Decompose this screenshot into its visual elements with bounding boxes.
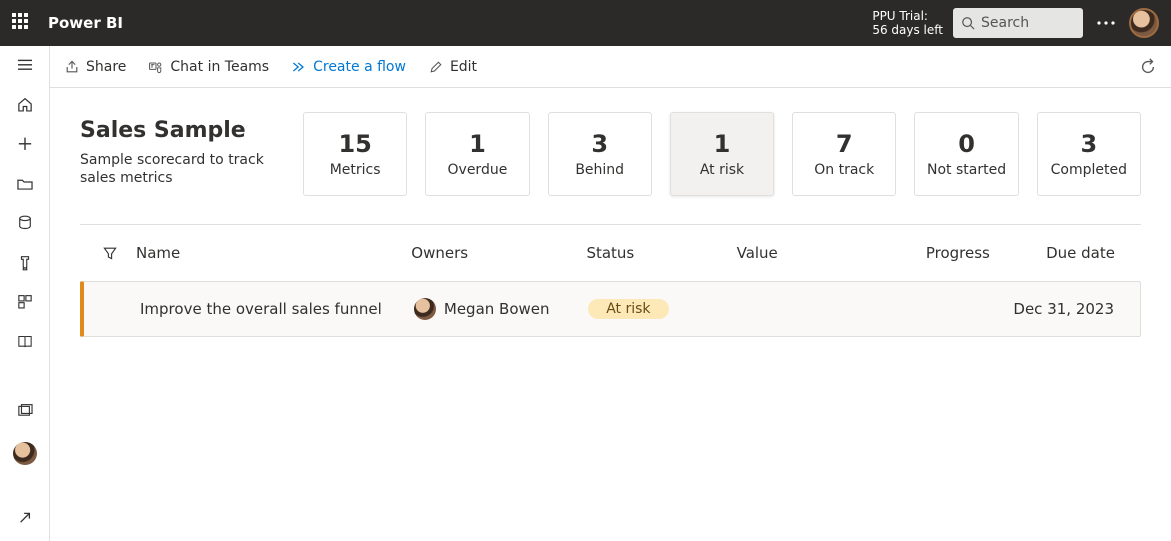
card-value: 1 (469, 130, 486, 158)
card-label: Overdue (448, 162, 508, 178)
create-flow-button[interactable]: Create a flow (291, 59, 406, 75)
card-label: Behind (575, 162, 624, 178)
refresh-icon (1139, 58, 1157, 76)
card-at-risk[interactable]: 1 At risk (670, 112, 774, 196)
card-label: At risk (700, 162, 744, 178)
card-metrics[interactable]: 15 Metrics (303, 112, 407, 196)
row-owner: Megan Bowen (408, 298, 582, 320)
owner-avatar (414, 298, 436, 320)
learn-icon[interactable] (16, 333, 34, 351)
scorecard-title: Sales Sample (80, 118, 285, 143)
sidebar (0, 46, 50, 541)
share-label: Share (86, 59, 126, 75)
data-hub-icon[interactable] (16, 214, 34, 232)
card-value: 3 (591, 130, 608, 158)
hamburger-icon[interactable] (16, 56, 34, 74)
home-icon[interactable] (16, 96, 34, 114)
card-label: Metrics (330, 162, 381, 178)
card-behind[interactable]: 3 Behind (548, 112, 652, 196)
pencil-icon (428, 59, 444, 75)
col-owners[interactable]: Owners (405, 244, 580, 262)
workspaces-icon[interactable] (16, 402, 34, 420)
table-row[interactable]: Improve the overall sales funnel Megan B… (80, 281, 1141, 337)
card-value: 0 (958, 130, 975, 158)
topbar: Power BI PPU Trial: 56 days left Search (0, 0, 1171, 46)
trial-line2: 56 days left (872, 23, 943, 37)
user-avatar[interactable] (1129, 8, 1159, 38)
col-progress[interactable]: Progress (856, 244, 1006, 262)
trial-status: PPU Trial: 56 days left (872, 9, 943, 37)
col-due[interactable]: Due date (1006, 244, 1131, 262)
metrics-table: Name Owners Status Value Progress Due da… (80, 224, 1141, 337)
card-overdue[interactable]: 1 Overdue (425, 112, 529, 196)
refresh-button[interactable] (1139, 58, 1157, 76)
teams-icon (148, 59, 164, 75)
owner-name: Megan Bowen (444, 300, 550, 318)
edit-label: Edit (450, 59, 477, 75)
card-label: Not started (927, 162, 1006, 178)
table-header: Name Owners Status Value Progress Due da… (80, 225, 1141, 281)
card-not-started[interactable]: 0 Not started (914, 112, 1018, 196)
row-name: Improve the overall sales funnel (134, 300, 408, 318)
filter-button[interactable] (90, 245, 130, 261)
my-workspace-avatar[interactable] (13, 442, 37, 465)
card-value: 3 (1080, 130, 1097, 158)
metrics-icon[interactable] (16, 254, 34, 272)
scorecard-subtitle: Sample scorecard to track sales metrics (80, 151, 285, 187)
browse-icon[interactable] (16, 175, 34, 193)
flow-icon (291, 59, 307, 75)
edit-button[interactable]: Edit (428, 59, 477, 75)
card-value: 15 (338, 130, 371, 158)
search-placeholder: Search (981, 15, 1029, 31)
card-value: 1 (714, 130, 731, 158)
app-launcher-icon[interactable] (12, 13, 32, 33)
summary-cards: 15 Metrics 1 Overdue 3 Behind 1 At risk (303, 112, 1141, 196)
content-area: Sales Sample Sample scorecard to track s… (50, 88, 1171, 541)
row-due: Dec 31, 2023 (1006, 300, 1131, 318)
more-options-icon[interactable] (1097, 21, 1115, 25)
card-label: Completed (1051, 162, 1127, 178)
row-status-cell: At risk (582, 299, 731, 319)
col-value[interactable]: Value (731, 244, 856, 262)
share-button[interactable]: Share (64, 59, 126, 75)
expand-icon[interactable] (16, 509, 34, 527)
apps-icon[interactable] (16, 293, 34, 311)
col-status[interactable]: Status (580, 244, 730, 262)
col-name[interactable]: Name (130, 244, 405, 262)
brand-label: Power BI (48, 14, 123, 32)
status-badge: At risk (588, 299, 668, 319)
search-input[interactable]: Search (953, 8, 1083, 38)
card-label: On track (814, 162, 874, 178)
command-bar: Share Chat in Teams Create a flow Edit (50, 46, 1171, 88)
trial-line1: PPU Trial: (872, 9, 943, 23)
create-icon[interactable] (16, 135, 34, 153)
chat-label: Chat in Teams (170, 59, 269, 75)
card-completed[interactable]: 3 Completed (1037, 112, 1141, 196)
chat-in-teams-button[interactable]: Chat in Teams (148, 59, 269, 75)
card-on-track[interactable]: 7 On track (792, 112, 896, 196)
share-icon (64, 59, 80, 75)
filter-icon (102, 245, 118, 261)
search-icon (961, 16, 975, 30)
card-value: 7 (836, 130, 853, 158)
scorecard-header: Sales Sample Sample scorecard to track s… (80, 112, 285, 187)
flow-label: Create a flow (313, 59, 406, 75)
